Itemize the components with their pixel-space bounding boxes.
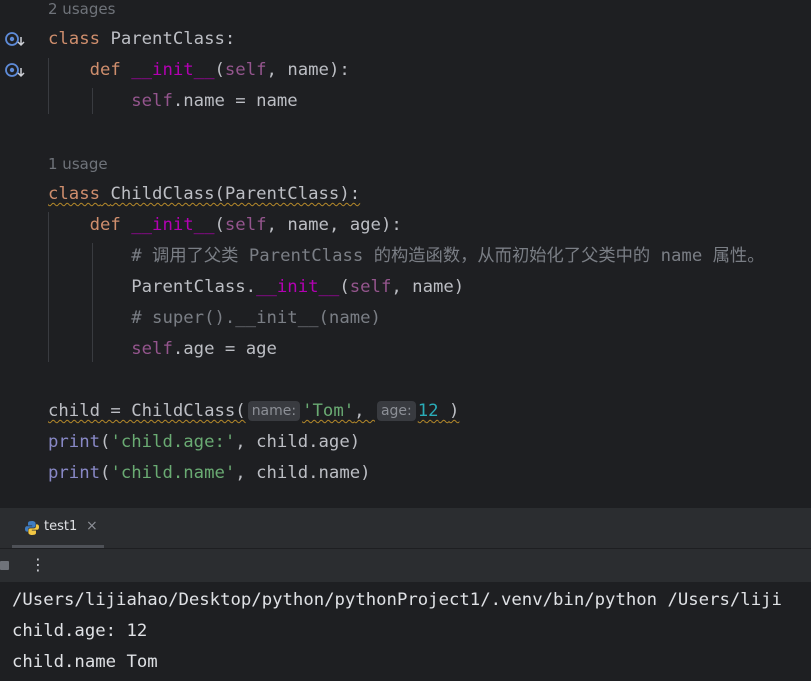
punct: ( [100,463,111,483]
code-text: , child.name) [235,463,371,483]
string-literal: 'child.name' [110,463,236,483]
punct: ( [100,432,111,452]
punct: ( [214,60,225,80]
overridden-method-icon[interactable] [4,62,26,80]
code-text: child = ChildClass(name: 'Tom', age: 12 ) [48,401,459,421]
code-line-13[interactable]: print('child.age:', child.age) [48,432,360,452]
self-keyword: self [224,215,267,235]
param-hint-age: age: [376,401,416,421]
keyword: def [89,215,121,235]
overridden-method-icon[interactable] [4,31,26,49]
code-line-14[interactable]: print('child.name', child.name) [48,463,371,483]
tab-test1[interactable]: test1 × [12,508,104,548]
param-hint-name: name: [247,401,301,421]
tab-label: test1 [44,519,78,534]
comment: # super().__init__(name) [131,308,381,328]
stop-icon[interactable] [0,561,9,570]
punct: ( [339,277,350,297]
code-text: , child.age) [235,432,361,452]
code-line-2[interactable]: def __init__(self, name): [48,60,350,80]
method-name: __init__ [256,277,340,297]
code-text: .name = name [172,91,298,111]
usages-hint[interactable]: 2 usages [48,0,115,18]
self-keyword: self [349,277,392,297]
params: , name, age): [266,215,402,235]
call-prefix: child = ChildClass( [48,401,246,421]
console-output[interactable]: /Users/lijiahao/Desktop/python/pythonPro… [0,582,811,681]
string-literal: 'child.age:' [110,432,236,452]
comment: # 调用了父类 ParentClass 的构造函数，从而初始化了父类中的 nam… [131,246,765,266]
self-keyword: self [131,339,173,359]
method-name: __init__ [131,215,215,235]
console-line-output: child.name Tom [12,652,158,672]
builtin-function: print [48,463,101,483]
class-declaration: ChildClass(ParentClass): [110,184,361,204]
console-line-output: child.age: 12 [12,621,148,641]
code-line-12[interactable]: child = ChildClass(name: 'Tom', age: 12 ) [48,401,459,421]
code-editor[interactable]: 2 usages class ParentClass: def __init__… [0,0,811,507]
class-ref: ParentClass. [131,277,257,297]
run-toolbar: ⋮ [0,548,811,582]
console-line-command: /Users/lijiahao/Desktop/python/pythonPro… [12,590,782,610]
code-line-10[interactable]: self.age = age [48,339,277,359]
code-line-3[interactable]: self.name = name [48,91,298,111]
more-options-icon[interactable]: ⋮ [30,555,46,575]
punct: : [224,29,236,49]
keyword: def [89,60,121,80]
usages-hint[interactable]: 1 usage [48,155,108,173]
close-tab-icon[interactable]: × [86,518,98,534]
string-literal: 'Tom' [302,401,355,421]
keyword: class [48,29,101,49]
code-line-7[interactable]: # 调用了父类 ParentClass 的构造函数，从而初始化了父类中的 nam… [48,246,764,266]
run-tool-window-tabs: test1 × [0,507,811,548]
params: , name): [266,60,350,80]
code-line-5[interactable]: class ChildClass(ParentClass): [48,184,360,204]
punct: ) [448,401,460,421]
method-name: __init__ [131,60,215,80]
python-file-icon [25,521,39,535]
keyword: class [48,184,101,204]
code-line-1[interactable]: class ParentClass: [48,29,235,49]
code-text: .age = age [172,339,277,359]
code-line-6[interactable]: def __init__(self, name, age): [48,215,402,235]
self-keyword: self [131,91,173,111]
punct: , [354,401,375,421]
builtin-function: print [48,432,101,452]
self-keyword: self [224,60,267,80]
class-name: ParentClass [110,29,225,49]
code-line-8[interactable]: ParentClass.__init__(self, name) [48,277,464,297]
number-literal: 12 [417,401,439,421]
code-line-9[interactable]: # super().__init__(name) [48,308,381,328]
punct: ( [214,215,225,235]
params: , name) [391,277,465,297]
